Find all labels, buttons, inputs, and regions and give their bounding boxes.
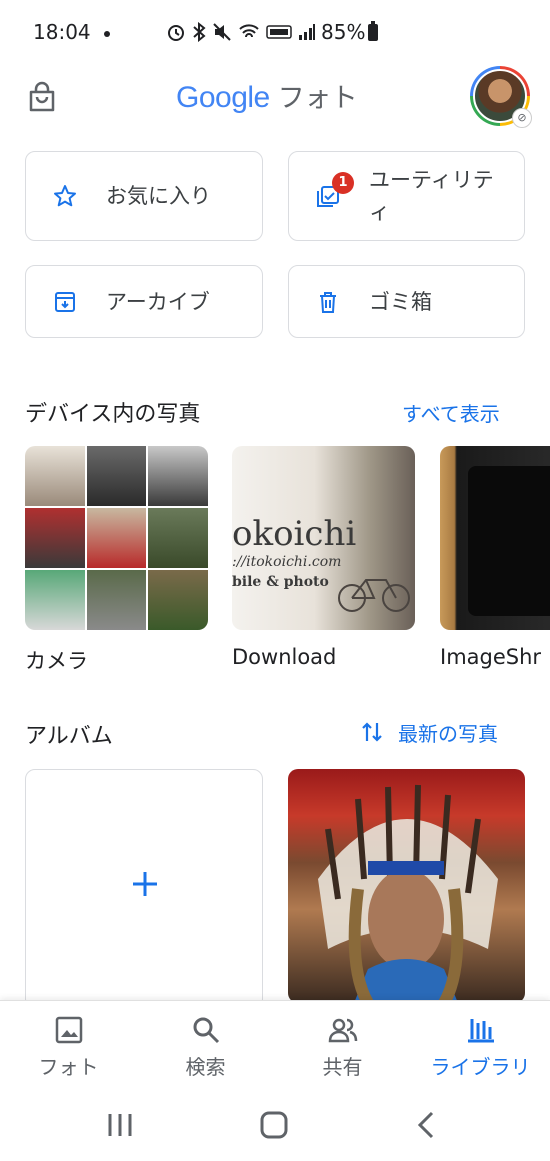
signal-icon — [299, 24, 315, 40]
plus-icon — [133, 872, 157, 896]
camera-thumb-grid — [25, 446, 208, 630]
app-header: Google フォト ⊘ — [0, 62, 550, 132]
notification-dot-icon — [104, 31, 110, 37]
trash-label: ゴミ箱 — [369, 289, 432, 314]
sort-label: 最新の写真 — [398, 721, 498, 746]
trash-tile[interactable]: ゴミ箱 — [288, 265, 525, 338]
search-icon — [193, 1017, 219, 1044]
bottom-nav: フォト 検索 共有 ライブラリ — [0, 1000, 550, 1093]
sort-button[interactable]: 最新の写真 — [360, 716, 498, 748]
logo-suffix: フォト — [277, 83, 358, 113]
recent-apps-icon[interactable] — [100, 1108, 140, 1142]
back-icon[interactable] — [408, 1108, 448, 1142]
wifi-icon — [239, 24, 259, 38]
imageshr-folder-thumb[interactable] — [440, 446, 550, 630]
account-avatar[interactable]: ⊘ — [470, 66, 532, 128]
photo-icon — [55, 1016, 82, 1044]
sort-icon — [362, 722, 382, 742]
backup-off-icon: ⊘ — [512, 108, 532, 128]
status-icons — [166, 18, 316, 46]
nav-library[interactable]: ライブラリ — [411, 1001, 550, 1093]
bluetooth-icon — [193, 22, 206, 42]
camera-folder-thumb[interactable] — [25, 446, 208, 630]
nav-search-label: 検索 — [185, 1055, 226, 1079]
home-icon[interactable] — [254, 1108, 294, 1142]
create-album-card[interactable] — [25, 769, 263, 1009]
star-icon — [54, 185, 76, 207]
nav-photos-label: フォト — [38, 1055, 99, 1079]
bicycle-image — [338, 579, 410, 612]
trash-icon — [320, 291, 336, 313]
app-logo: Google フォト — [176, 76, 358, 115]
status-bar: 18:04 85% — [0, 0, 550, 62]
nav-library-label: ライブラリ — [430, 1055, 531, 1079]
album-cover-photo[interactable] — [288, 769, 525, 1003]
utility-badge: 1 — [332, 172, 354, 194]
archive-tile[interactable]: アーカイブ — [25, 265, 263, 338]
nav-photos[interactable]: フォト — [0, 1001, 137, 1093]
thumb-text-sub: bile & photo — [232, 574, 329, 590]
logo-google-text: Google — [176, 81, 270, 114]
download-folder-label: Download — [232, 645, 337, 669]
archive-icon — [55, 291, 75, 312]
status-time: 18:04 — [33, 20, 91, 44]
favorites-label: お気に入り — [106, 184, 211, 208]
archive-label: アーカイブ — [106, 289, 210, 314]
shopping-bag-icon[interactable] — [24, 80, 60, 116]
albums-title: アルバム — [25, 724, 113, 749]
thumb-text-url: ://itokoichi.com — [232, 554, 342, 570]
battery-percent: 85% — [321, 20, 366, 44]
alarm-icon — [168, 25, 184, 41]
battery-icon — [368, 21, 378, 41]
camera-folder-label: カメラ — [25, 649, 88, 673]
nav-sharing-label: 共有 — [322, 1055, 363, 1079]
library-icon — [467, 1019, 494, 1043]
thumb-text-main: okoichi — [232, 514, 357, 554]
favorites-tile[interactable]: お気に入り — [25, 151, 263, 241]
imageshr-folder-label: ImageShr — [440, 645, 542, 669]
mute-icon — [213, 23, 231, 41]
system-nav-bar — [0, 1092, 550, 1161]
phone-screen-image — [468, 466, 550, 616]
device-photos-title: デバイス内の写真 — [25, 402, 201, 427]
download-folder-thumb[interactable]: okoichi ://itokoichi.com bile & photo — [232, 446, 415, 630]
volte-icon — [266, 25, 292, 39]
sharing-icon — [328, 1018, 357, 1043]
nav-sharing[interactable]: 共有 — [274, 1001, 411, 1093]
album-cover-image — [318, 784, 498, 1003]
utility-label: ユーティリティ — [369, 168, 494, 224]
nav-search[interactable]: 検索 — [137, 1001, 274, 1093]
view-all-link[interactable]: すべて表示 — [402, 398, 500, 427]
utility-tile[interactable]: 1 ユーティリティ — [288, 151, 525, 241]
